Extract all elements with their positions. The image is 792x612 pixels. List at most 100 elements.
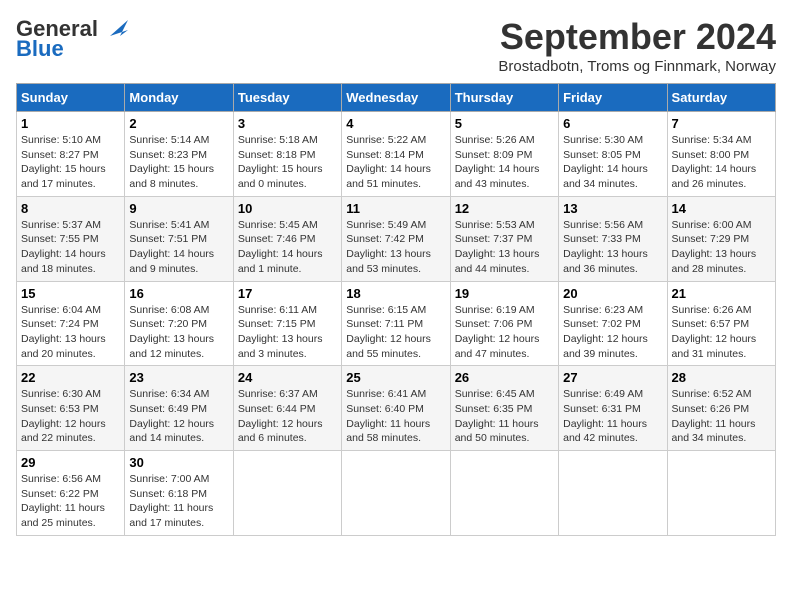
calendar-day-cell: 16 Sunrise: 6:08 AM Sunset: 7:20 PM Dayli… (125, 281, 233, 366)
day-number: 27 (563, 370, 662, 385)
day-info: Sunrise: 6:52 AM Sunset: 6:26 PM Dayligh… (672, 387, 771, 446)
day-number: 24 (238, 370, 337, 385)
day-number: 8 (21, 201, 120, 216)
weekday-header: Wednesday (342, 84, 450, 112)
day-number: 19 (455, 286, 554, 301)
day-number: 15 (21, 286, 120, 301)
calendar-week-row: 22 Sunrise: 6:30 AM Sunset: 6:53 PM Dayli… (17, 366, 776, 451)
title-block: September 2024 Brostadbotn, Troms og Fin… (498, 16, 776, 75)
calendar-day-cell (233, 451, 341, 536)
day-info: Sunrise: 6:19 AM Sunset: 7:06 PM Dayligh… (455, 303, 554, 362)
day-number: 9 (129, 201, 228, 216)
day-info: Sunrise: 6:49 AM Sunset: 6:31 PM Dayligh… (563, 387, 662, 446)
calendar-day-cell: 24 Sunrise: 6:37 AM Sunset: 6:44 PM Dayli… (233, 366, 341, 451)
day-info: Sunrise: 6:23 AM Sunset: 7:02 PM Dayligh… (563, 303, 662, 362)
day-number: 14 (672, 201, 771, 216)
calendar-day-cell: 22 Sunrise: 6:30 AM Sunset: 6:53 PM Dayli… (17, 366, 125, 451)
day-info: Sunrise: 6:41 AM Sunset: 6:40 PM Dayligh… (346, 387, 445, 446)
calendar-week-row: 29 Sunrise: 6:56 AM Sunset: 6:22 PM Dayli… (17, 451, 776, 536)
day-info: Sunrise: 5:18 AM Sunset: 8:18 PM Dayligh… (238, 133, 337, 192)
day-number: 13 (563, 201, 662, 216)
day-info: Sunrise: 6:00 AM Sunset: 7:29 PM Dayligh… (672, 218, 771, 277)
calendar-day-cell: 9 Sunrise: 5:41 AM Sunset: 7:51 PM Daylig… (125, 196, 233, 281)
weekday-header: Tuesday (233, 84, 341, 112)
day-number: 17 (238, 286, 337, 301)
day-number: 11 (346, 201, 445, 216)
logo-blue: Blue (16, 36, 64, 61)
calendar-day-cell: 26 Sunrise: 6:45 AM Sunset: 6:35 PM Dayli… (450, 366, 558, 451)
day-number: 18 (346, 286, 445, 301)
calendar-day-cell: 17 Sunrise: 6:11 AM Sunset: 7:15 PM Dayli… (233, 281, 341, 366)
calendar-day-cell: 10 Sunrise: 5:45 AM Sunset: 7:46 PM Dayli… (233, 196, 341, 281)
calendar-day-cell: 14 Sunrise: 6:00 AM Sunset: 7:29 PM Dayli… (667, 196, 775, 281)
day-number: 29 (21, 455, 120, 470)
day-info: Sunrise: 6:37 AM Sunset: 6:44 PM Dayligh… (238, 387, 337, 446)
day-info: Sunrise: 5:14 AM Sunset: 8:23 PM Dayligh… (129, 133, 228, 192)
calendar-day-cell: 12 Sunrise: 5:53 AM Sunset: 7:37 PM Dayli… (450, 196, 558, 281)
calendar-day-cell: 23Sunrise: 6:34 AM Sunset: 6:49 PM Dayli… (125, 366, 233, 451)
calendar-day-cell (342, 451, 450, 536)
day-number: 30 (129, 455, 228, 470)
day-info: Sunrise: 5:53 AM Sunset: 7:37 PM Dayligh… (455, 218, 554, 277)
day-info: Sunrise: 6:30 AM Sunset: 6:53 PM Dayligh… (21, 387, 120, 446)
day-number: 16 (129, 286, 228, 301)
day-number: 2 (129, 116, 228, 131)
calendar-day-cell: 21Sunrise: 6:26 AM Sunset: 6:57 PM Dayli… (667, 281, 775, 366)
calendar-week-row: 15 Sunrise: 6:04 AM Sunset: 7:24 PM Dayli… (17, 281, 776, 366)
calendar-day-cell: 19 Sunrise: 6:19 AM Sunset: 7:06 PM Dayli… (450, 281, 558, 366)
day-info: Sunrise: 6:45 AM Sunset: 6:35 PM Dayligh… (455, 387, 554, 446)
day-info: Sunrise: 6:11 AM Sunset: 7:15 PM Dayligh… (238, 303, 337, 362)
calendar-header-row: SundayMondayTuesdayWednesdayThursdayFrid… (17, 84, 776, 112)
day-number: 10 (238, 201, 337, 216)
weekday-header: Friday (559, 84, 667, 112)
day-info: Sunrise: 5:26 AM Sunset: 8:09 PM Dayligh… (455, 133, 554, 192)
calendar-week-row: 1Sunrise: 5:10 AM Sunset: 8:27 PM Daylig… (17, 112, 776, 197)
weekday-header: Monday (125, 84, 233, 112)
day-info: Sunrise: 7:00 AM Sunset: 6:18 PM Dayligh… (129, 472, 228, 531)
day-info: Sunrise: 5:41 AM Sunset: 7:51 PM Dayligh… (129, 218, 228, 277)
day-info: Sunrise: 6:04 AM Sunset: 7:24 PM Dayligh… (21, 303, 120, 362)
day-info: Sunrise: 5:45 AM Sunset: 7:46 PM Dayligh… (238, 218, 337, 277)
day-number: 25 (346, 370, 445, 385)
day-number: 28 (672, 370, 771, 385)
day-number: 12 (455, 201, 554, 216)
day-number: 6 (563, 116, 662, 131)
calendar-day-cell (559, 451, 667, 536)
calendar-day-cell: 15 Sunrise: 6:04 AM Sunset: 7:24 PM Dayli… (17, 281, 125, 366)
day-number: 22 (21, 370, 120, 385)
calendar-day-cell: 8 Sunrise: 5:37 AM Sunset: 7:55 PM Daylig… (17, 196, 125, 281)
logo: General Blue (16, 16, 130, 62)
day-number: 4 (346, 116, 445, 131)
day-info: Sunrise: 6:08 AM Sunset: 7:20 PM Dayligh… (129, 303, 228, 362)
calendar-day-cell: 28 Sunrise: 6:52 AM Sunset: 6:26 PM Dayli… (667, 366, 775, 451)
calendar-day-cell (450, 451, 558, 536)
calendar-day-cell: 1Sunrise: 5:10 AM Sunset: 8:27 PM Daylig… (17, 112, 125, 197)
calendar-day-cell: 3 Sunrise: 5:18 AM Sunset: 8:18 PM Daylig… (233, 112, 341, 197)
page-header: General Blue September 2024 Brostadbotn,… (16, 16, 776, 75)
calendar-day-cell: 29 Sunrise: 6:56 AM Sunset: 6:22 PM Dayli… (17, 451, 125, 536)
calendar-day-cell: 13 Sunrise: 5:56 AM Sunset: 7:33 PM Dayli… (559, 196, 667, 281)
day-info: Sunrise: 5:22 AM Sunset: 8:14 PM Dayligh… (346, 133, 445, 192)
day-info: Sunrise: 6:56 AM Sunset: 6:22 PM Dayligh… (21, 472, 120, 531)
logo-bird-icon (100, 16, 130, 42)
calendar: SundayMondayTuesdayWednesdayThursdayFrid… (16, 83, 776, 536)
calendar-day-cell: 7Sunrise: 5:34 AM Sunset: 8:00 PM Daylig… (667, 112, 775, 197)
calendar-day-cell: 27 Sunrise: 6:49 AM Sunset: 6:31 PM Dayli… (559, 366, 667, 451)
calendar-day-cell: 4 Sunrise: 5:22 AM Sunset: 8:14 PM Daylig… (342, 112, 450, 197)
calendar-day-cell: 5 Sunrise: 5:26 AM Sunset: 8:09 PM Daylig… (450, 112, 558, 197)
calendar-day-cell: 18Sunrise: 6:15 AM Sunset: 7:11 PM Dayli… (342, 281, 450, 366)
day-number: 1 (21, 116, 120, 131)
calendar-week-row: 8 Sunrise: 5:37 AM Sunset: 7:55 PM Daylig… (17, 196, 776, 281)
day-number: 26 (455, 370, 554, 385)
calendar-day-cell: 2 Sunrise: 5:14 AM Sunset: 8:23 PM Daylig… (125, 112, 233, 197)
weekday-header: Saturday (667, 84, 775, 112)
day-info: Sunrise: 6:26 AM Sunset: 6:57 PM Dayligh… (672, 303, 771, 362)
subtitle: Brostadbotn, Troms og Finnmark, Norway (498, 58, 776, 75)
day-info: Sunrise: 5:37 AM Sunset: 7:55 PM Dayligh… (21, 218, 120, 277)
day-number: 3 (238, 116, 337, 131)
day-info: Sunrise: 6:34 AM Sunset: 6:49 PM Dayligh… (129, 387, 228, 446)
day-info: Sunrise: 5:56 AM Sunset: 7:33 PM Dayligh… (563, 218, 662, 277)
day-info: Sunrise: 5:30 AM Sunset: 8:05 PM Dayligh… (563, 133, 662, 192)
day-number: 20 (563, 286, 662, 301)
day-number: 5 (455, 116, 554, 131)
